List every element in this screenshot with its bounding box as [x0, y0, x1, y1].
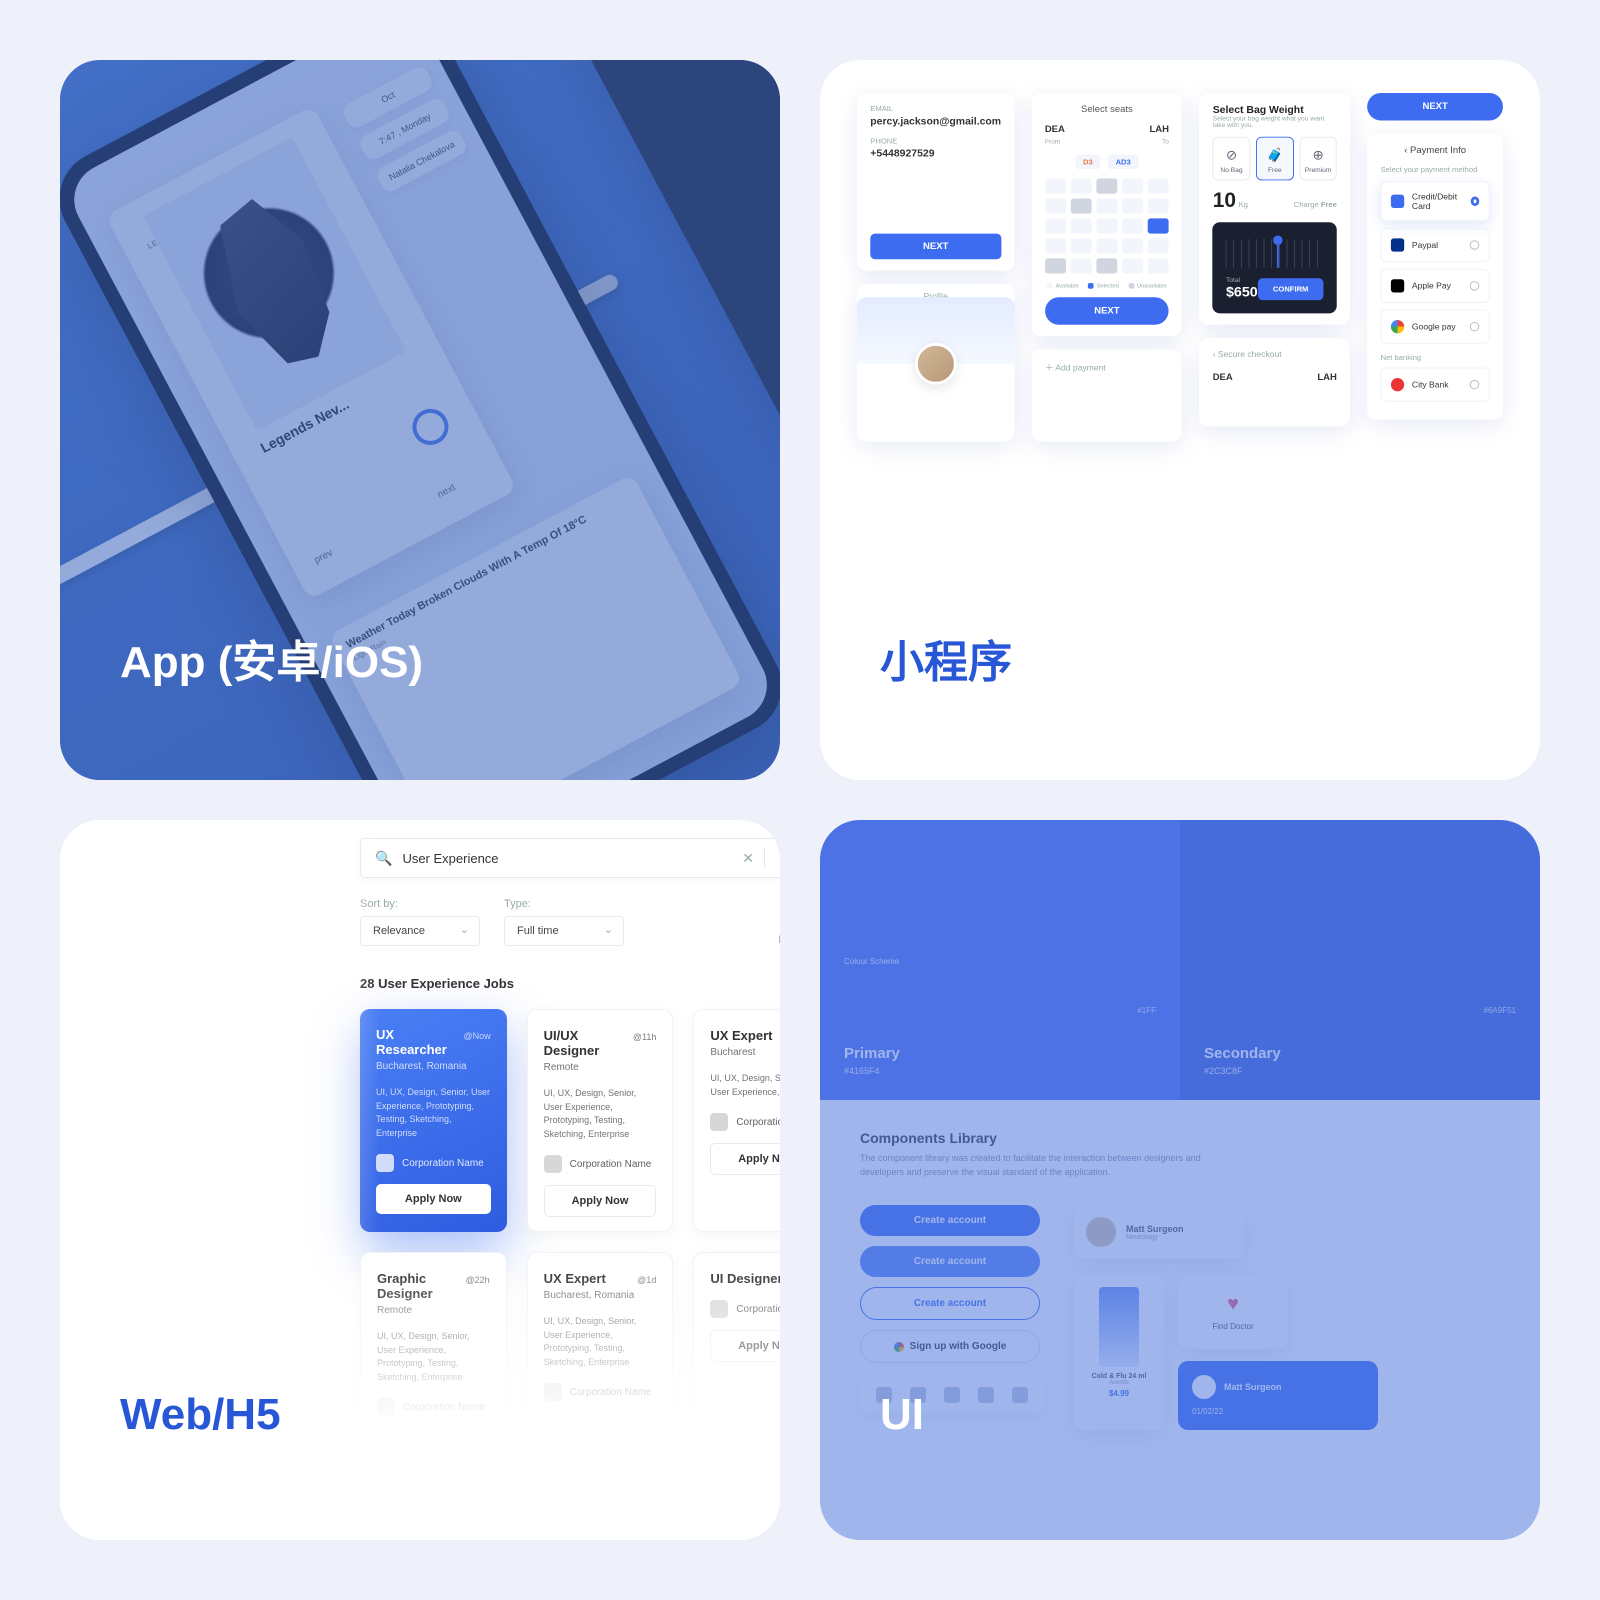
remote-toggle[interactable]: Remote only	[778, 934, 780, 946]
avatar	[1086, 1217, 1116, 1247]
card-title-miniapp: 小程序	[880, 626, 1012, 690]
bag-option-premium[interactable]: ⊕Premium	[1299, 137, 1337, 181]
type-select[interactable]: Full time	[504, 916, 624, 946]
product-card[interactable]: Cold & Flu 24 ml Aventis $4.99	[1074, 1275, 1164, 1430]
confirm-button[interactable]: CONFIRM	[1258, 278, 1324, 300]
job-card[interactable]: UX Expert@1dBucharest, RomaniaUI, UX, De…	[527, 1252, 674, 1475]
prev-label: prev	[312, 547, 334, 566]
job-card[interactable]: UI/UX Designer@11hRemoteUI, UX, Design, …	[527, 1009, 674, 1232]
bag-weight-screen: Select Bag Weight Select your bag weight…	[1199, 93, 1350, 325]
next-label: next	[436, 482, 458, 501]
google-signup-button[interactable]: Sign up with Google	[860, 1330, 1040, 1363]
sort-select[interactable]: Relevance	[360, 916, 480, 946]
category-card-ui[interactable]: Colour Scheme #1FF Primary #4165F4 #6A9F…	[820, 820, 1540, 1540]
results-count: 28 User Experience Jobs	[360, 976, 780, 991]
job-card[interactable]: UX Researcher@NowBucharest, RomaniaUI, U…	[360, 1009, 507, 1232]
job-board-mockup: 🔍 User Experience ✕ 📍 Bu... Sort by: Rel…	[360, 838, 780, 1475]
design-system-mockup: Colour Scheme #1FF Primary #4165F4 #6A9F…	[820, 820, 1540, 1540]
apply-button[interactable]: Apply Now	[710, 1143, 780, 1175]
apply-button[interactable]: Apply Now	[376, 1184, 491, 1214]
seat-grid	[1045, 179, 1169, 274]
apply-button[interactable]: Apply Now	[544, 1413, 657, 1445]
bag-option-none[interactable]: ⊘No Bag	[1213, 137, 1251, 181]
pay-option-card[interactable]: Credit/Debit Card	[1381, 181, 1490, 221]
pay-option-google[interactable]: Google pay	[1381, 310, 1490, 344]
doctor-list-item[interactable]: Matt SurgeonNeurology	[1074, 1205, 1244, 1259]
user-icon[interactable]	[1012, 1387, 1028, 1403]
apply-button[interactable]: Apply Now	[544, 1185, 657, 1217]
card-title-web: Web/H5	[120, 1390, 281, 1440]
heart-icon: ♥	[1188, 1293, 1278, 1316]
pay-option-citybank[interactable]: City Bank	[1381, 368, 1490, 402]
search-icon: 🔍	[375, 850, 392, 867]
appointment-card[interactable]: Matt Surgeon 01/02/22	[1178, 1361, 1378, 1430]
apply-button[interactable]: Apply Now	[710, 1330, 780, 1362]
avatar	[915, 343, 957, 385]
album-art	[142, 137, 405, 431]
seat-select-screen: Select seats DEA LAH FromTo D3 AD3	[1032, 93, 1183, 336]
product-image	[1099, 1287, 1139, 1367]
chat-icon[interactable]	[978, 1387, 994, 1403]
payment-info-screen: ‹ Payment Info Select your payment metho…	[1367, 134, 1503, 420]
next-button[interactable]: NEXT	[870, 234, 1001, 260]
card-title-app: App (安卓/iOS)	[120, 626, 423, 690]
slider-thumb-icon[interactable]	[1273, 236, 1283, 246]
checkout-screen: ‹ Secure checkout DEA LAH	[1199, 338, 1350, 426]
profile-screen: Profile	[857, 284, 1014, 442]
location-icon[interactable]: 📍	[775, 850, 780, 867]
category-card-miniapp[interactable]: EMAIL percy.jackson@gmail.com PHONE +544…	[820, 60, 1540, 780]
pay-option-paypal[interactable]: Paypal	[1381, 228, 1490, 262]
next-button[interactable]: NEXT	[1045, 297, 1169, 325]
clear-icon[interactable]: ✕	[742, 850, 754, 867]
pay-option-apple[interactable]: Apple Pay	[1381, 269, 1490, 303]
miniapp-mockups: EMAIL percy.jackson@gmail.com PHONE +544…	[857, 93, 1503, 587]
play-button-icon	[406, 402, 455, 451]
primary-button[interactable]: Create account	[860, 1205, 1040, 1236]
find-doctor-card[interactable]: ♥ Find Doctor	[1178, 1275, 1288, 1349]
job-card[interactable]: UI DesignerCorporation NameApply Now	[693, 1252, 780, 1475]
calendar-icon[interactable]	[944, 1387, 960, 1403]
bag-option-free[interactable]: 🧳Free	[1256, 137, 1294, 181]
primary-button-2[interactable]: Create account	[860, 1246, 1040, 1277]
avatar	[1192, 1375, 1216, 1399]
next-button-top[interactable]: NEXT	[1367, 93, 1503, 121]
secondary-swatch: #6A9F51 Secondary #2C3C8F	[1180, 820, 1540, 1100]
category-card-app[interactable]: LEGENDS NEVER DIE Legends Nev... prev ne…	[60, 60, 780, 780]
job-card[interactable]: UX ExpertBucharestUI, UX, Design, Senior…	[693, 1009, 780, 1232]
components-heading: Components Library	[860, 1130, 1500, 1146]
job-card[interactable]: Graphic Designer@22hRemoteUI, UX, Design…	[360, 1252, 507, 1475]
add-payment-screen: ＋ Add payment	[1032, 349, 1183, 441]
apply-button[interactable]: Apply Now	[377, 1428, 490, 1460]
card-title-ui: UI	[880, 1390, 924, 1440]
search-input[interactable]: User Experience	[402, 851, 732, 866]
category-card-web[interactable]: 🔍 User Experience ✕ 📍 Bu... Sort by: Rel…	[60, 820, 780, 1540]
weight-slider: Total$650 CONFIRM	[1213, 222, 1337, 313]
primary-swatch: Colour Scheme #1FF Primary #4165F4	[820, 820, 1180, 1100]
search-bar[interactable]: 🔍 User Experience ✕ 📍 Bu...	[360, 838, 780, 878]
outline-button[interactable]: Create account	[860, 1287, 1040, 1320]
contact-form-screen: EMAIL percy.jackson@gmail.com PHONE +544…	[857, 93, 1014, 271]
